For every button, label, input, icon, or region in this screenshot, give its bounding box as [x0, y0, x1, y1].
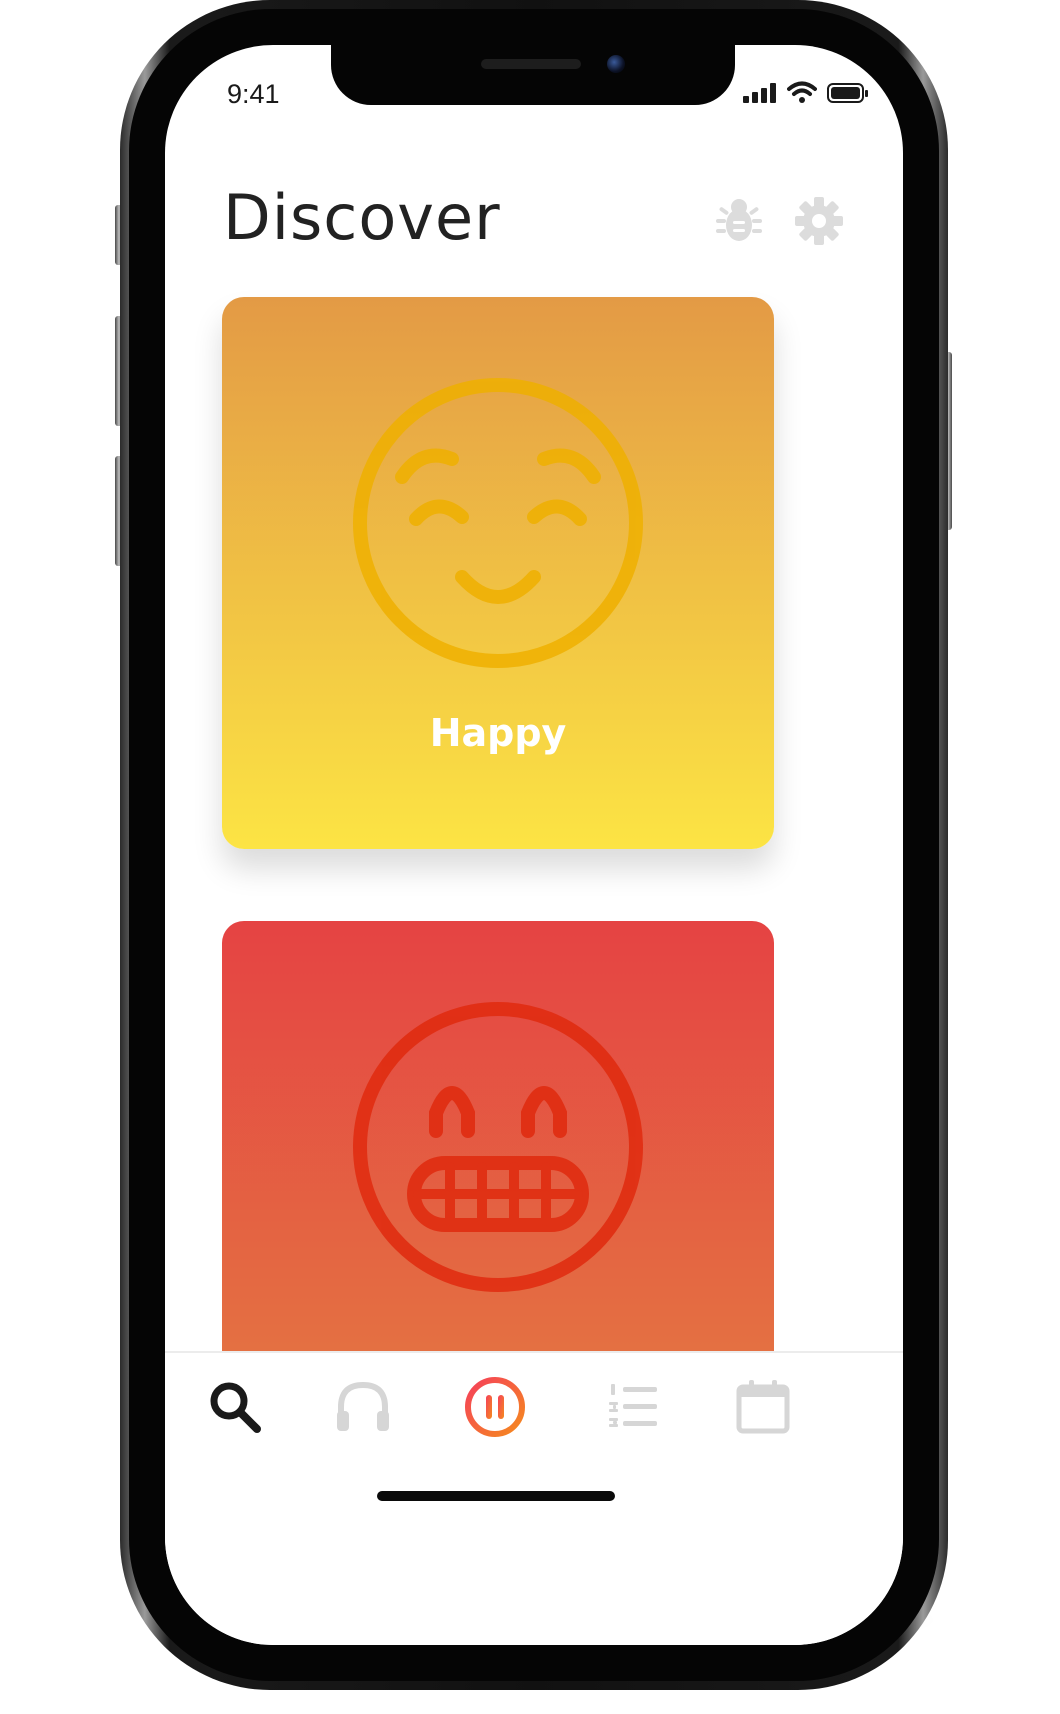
numbered-list-icon	[609, 1384, 657, 1427]
tab-search[interactable]	[203, 1375, 267, 1439]
smiling-face-icon	[353, 378, 643, 668]
phone-frame: 9:41 Discover Happy	[120, 0, 948, 1690]
notch	[331, 45, 735, 105]
home-indicator[interactable]	[377, 1491, 615, 1501]
search-icon	[210, 1382, 261, 1433]
signal-icon	[743, 83, 776, 103]
headphones-icon	[337, 1381, 389, 1431]
mood-card-label: Happy	[429, 711, 567, 755]
calendar-icon	[736, 1380, 790, 1434]
status-time: 9:41	[227, 79, 280, 109]
wifi-icon	[787, 81, 817, 103]
page-title: Discover	[223, 181, 501, 254]
header: Discover	[223, 173, 845, 263]
pause-icon	[465, 1377, 525, 1437]
bug-report-button[interactable]	[713, 195, 765, 247]
tab-calendar[interactable]	[731, 1375, 795, 1439]
tab-now-playing[interactable]	[463, 1375, 527, 1439]
speaker-grille	[481, 59, 581, 69]
battery-icon	[827, 83, 868, 103]
phone-bezel: 9:41 Discover Happy	[129, 9, 939, 1681]
settings-button[interactable]	[793, 195, 845, 247]
bug-icon	[716, 199, 762, 241]
grinning-face-icon	[353, 1002, 643, 1292]
status-icons	[743, 81, 869, 103]
tab-listen[interactable]	[331, 1375, 395, 1439]
app-screen: 9:41 Discover Happy	[165, 45, 903, 1645]
gear-icon	[795, 197, 843, 245]
front-camera	[607, 55, 625, 73]
mood-card-happy[interactable]: Happy	[222, 297, 774, 849]
tab-playlist[interactable]	[603, 1375, 667, 1439]
